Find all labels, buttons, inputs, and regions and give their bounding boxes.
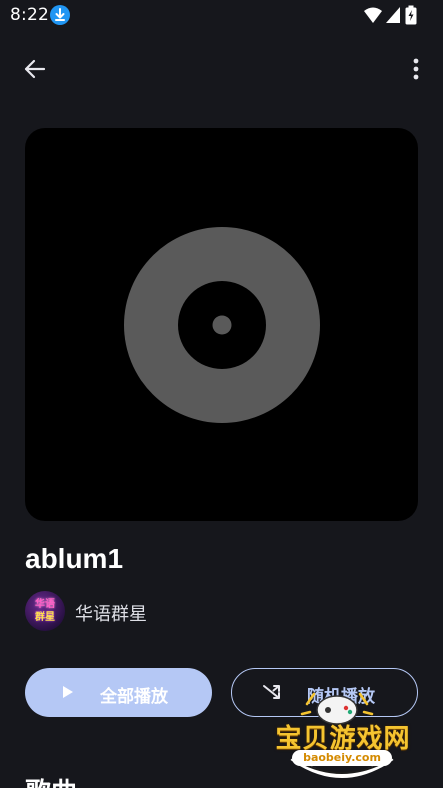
battery-charging-icon — [405, 5, 417, 25]
shuffle-play-label: 随机播放 — [307, 687, 375, 707]
status-bar: 8:22 — [0, 0, 443, 30]
album-detail-screen: 8:22 ablum1 华语 群星 华语群星 全部播放 随机播放 宝贝游戏网 b… — [0, 0, 443, 788]
play-all-button[interactable]: 全部播放 — [25, 668, 212, 717]
songs-section-heading: 歌曲 — [25, 772, 77, 788]
status-time: 8:22 — [10, 5, 49, 25]
artist-avatar[interactable]: 华语 群星 — [25, 591, 65, 631]
shuffle-icon — [263, 685, 280, 699]
wifi-icon — [364, 7, 382, 23]
play-icon — [63, 686, 73, 698]
avatar-text-top: 华语 — [35, 599, 55, 610]
watermark-url: baobeiy.com — [292, 750, 392, 766]
arrow-left-icon — [24, 59, 46, 79]
avatar-text-bottom: 群星 — [35, 612, 55, 623]
more-options-button[interactable] — [400, 52, 432, 86]
download-icon — [50, 5, 70, 25]
play-all-label: 全部播放 — [100, 687, 168, 707]
album-cover — [25, 128, 418, 521]
album-title: ablum1 — [25, 543, 124, 574]
back-button[interactable] — [18, 52, 52, 86]
shuffle-play-button[interactable]: 随机播放 — [231, 668, 418, 717]
more-vertical-icon — [413, 58, 419, 80]
artist-name[interactable]: 华语群星 — [75, 600, 147, 626]
signal-icon — [386, 7, 400, 23]
vinyl-disc-icon — [124, 227, 320, 423]
watermark-text: 宝贝游戏网 — [275, 724, 411, 754]
